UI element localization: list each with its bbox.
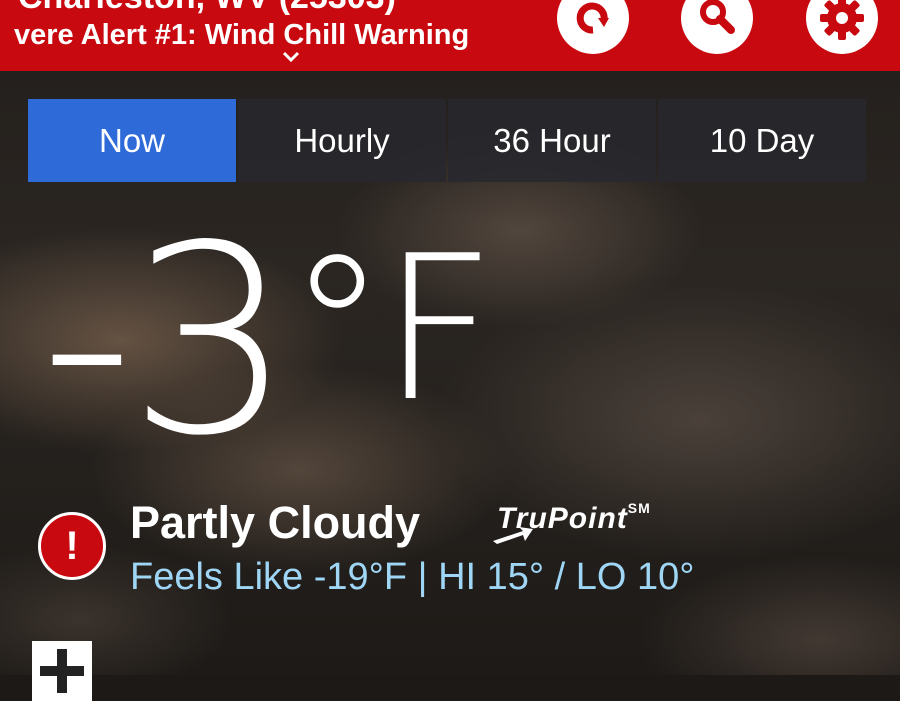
refresh-button[interactable] xyxy=(557,0,629,54)
severe-alert-ticker[interactable]: vere Alert #1: Wind Chill Warning xyxy=(14,19,544,52)
tab-hourly[interactable]: Hourly xyxy=(238,99,446,182)
refresh-icon xyxy=(576,2,609,34)
location-title[interactable]: Charleston, WV (25303) xyxy=(18,0,396,17)
alert-badge-icon[interactable]: ! xyxy=(38,512,106,580)
gear-icon xyxy=(820,0,864,40)
current-temperature: -3°F xyxy=(40,212,496,472)
tab-now[interactable]: Now xyxy=(28,99,236,182)
trupoint-logo: TruPointSM xyxy=(493,500,651,544)
add-location-button[interactable] xyxy=(32,641,92,701)
temperature-unit: °F xyxy=(287,213,496,446)
arrow-icon xyxy=(493,527,533,544)
forecast-tabs: Now Hourly 36 Hour 10 Day xyxy=(28,99,866,182)
search-button[interactable] xyxy=(681,0,753,54)
search-icon xyxy=(700,0,735,34)
tab-36-hour[interactable]: 36 Hour xyxy=(448,99,656,182)
weather-condition: Partly Cloudy xyxy=(130,497,421,548)
settings-button[interactable] xyxy=(806,0,878,54)
temperature-value: -3 xyxy=(40,191,293,493)
tab-10-day[interactable]: 10 Day xyxy=(658,99,866,182)
feels-like-hi-lo: Feels Like -19°F | HI 15° / LO 10° xyxy=(130,556,695,598)
header-bar: Charleston, WV (25303) vere Alert #1: Wi… xyxy=(0,0,900,71)
chevron-down-icon[interactable] xyxy=(281,50,301,64)
service-mark: SM xyxy=(627,500,651,516)
